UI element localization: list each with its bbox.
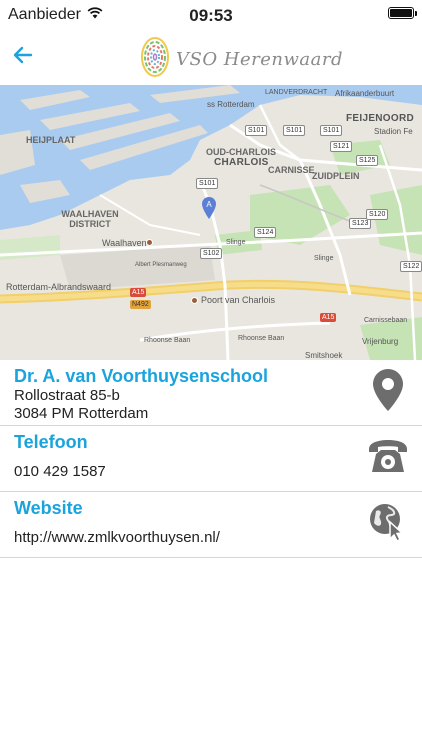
road-shield-s102: S102 <box>200 248 223 259</box>
map-label-landverdracht: LANDVERDRACHT <box>265 89 328 96</box>
map-label-vrijenburg: Vrijenburg <box>362 337 399 346</box>
address-street: Rollostraat 85-b <box>14 387 120 404</box>
map-label-smitshoek: Smitshoek <box>305 351 343 360</box>
map-label-stadion: Stadion Fe <box>374 127 413 136</box>
map-label-ss-rotterdam: ss Rotterdam <box>207 100 255 109</box>
map-label-waalhaven-district: WAALHAVEN DISTRICT <box>61 209 119 229</box>
back-button[interactable] <box>8 42 38 72</box>
road-shield-a15b: A15 <box>320 313 337 322</box>
website-row[interactable]: Website http://www.zmlkvoorthuysen.nl/ <box>0 492 422 558</box>
map-label-poort-van-charlois: Poort van Charlois <box>201 295 276 305</box>
map-label-rotterdam-albrandswaard: Rotterdam-Albrandswaard <box>6 282 112 292</box>
location-map[interactable]: Afrikaanderbuurt LANDVERDRACHT ss Rotter… <box>0 85 422 360</box>
fingerprint-logo-icon <box>140 35 170 84</box>
globe-cursor-icon <box>368 502 408 547</box>
address-city: 3084 PM Rotterdam <box>14 405 149 422</box>
location-pin-icon <box>373 369 403 416</box>
map-label-slinge-1: Slinge <box>226 239 246 246</box>
school-name: Dr. A. van Voorthuysenschool <box>14 366 269 386</box>
call-button[interactable] <box>366 437 410 481</box>
road-shield-s101b: S101 <box>283 125 306 136</box>
map-label-rhoonse-baan-2: Rhoonse Baan <box>238 335 285 342</box>
address-row[interactable]: Dr. A. van Voorthuysenschool Rollostraat… <box>0 360 422 426</box>
open-website-button[interactable] <box>366 503 410 547</box>
map-label-charlois: CHARLOIS <box>214 157 269 168</box>
battery-icon <box>388 7 417 19</box>
road-shield-s101a: S101 <box>245 125 268 136</box>
waalhaven-poi-icon <box>146 239 153 246</box>
map-label-heijplaat: HEIJPLAAT <box>26 135 76 145</box>
road-shield-s125: S125 <box>356 155 379 166</box>
map-marker-letter: A <box>206 200 212 209</box>
road-shield-n492: N492 <box>130 300 151 309</box>
website-url[interactable]: http://www.zmlkvoorthuysen.nl/ <box>14 529 408 547</box>
road-shield-s122: S122 <box>400 261 422 272</box>
road-shield-s120: S120 <box>366 209 389 220</box>
map-label-feijenoord: FEIJENOORD <box>346 113 415 124</box>
map-label-zuidplein: ZUIDPLEIN <box>312 171 360 181</box>
poort-poi-icon <box>191 297 198 304</box>
map-label-carnisse: CARNISSE <box>268 165 315 175</box>
arrow-left-icon <box>13 46 33 69</box>
road-shield-s101c: S101 <box>320 125 343 136</box>
phone-title: Telefoon <box>14 432 88 452</box>
phone-number[interactable]: 010 429 1587 <box>14 463 408 481</box>
road-shield-a15a: A15 <box>130 288 147 297</box>
road-shield-s121: S121 <box>330 141 353 152</box>
map-label-oud-charlois: OUD-CHARLOIS <box>206 147 276 157</box>
map-marker-icon[interactable]: A <box>202 197 216 219</box>
map-label-rhoonse-baan-1: Rhoonse Baan <box>144 337 191 344</box>
logo-text: VSO Herenwaard <box>176 49 344 70</box>
map-label-carnissebaan: Carnissebaan <box>364 317 408 324</box>
app-logo: VSO Herenwaard <box>140 35 343 84</box>
website-title: Website <box>14 498 83 518</box>
status-bar: Aanbieder 09:53 <box>0 0 422 30</box>
status-time: 09:53 <box>189 6 233 25</box>
contact-list: Dr. A. van Voorthuysenschool Rollostraat… <box>0 360 422 558</box>
phone-row[interactable]: Telefoon 010 429 1587 <box>0 426 422 492</box>
telephone-icon <box>367 437 409 480</box>
road-shield-s101d: S101 <box>196 178 219 189</box>
map-label-albert-plesmanweg: Albert Plesmanweg <box>135 262 187 268</box>
map-label-waalhaven: Waalhaven <box>102 238 147 248</box>
map-label-slinge-2: Slinge <box>314 255 334 262</box>
navigation-bar: VSO Herenwaard <box>0 30 422 85</box>
road-shield-s124: S124 <box>254 227 277 238</box>
location-pin-button[interactable] <box>366 369 410 416</box>
map-label-afrikaanderbuurt: Afrikaanderbuurt <box>335 89 395 98</box>
